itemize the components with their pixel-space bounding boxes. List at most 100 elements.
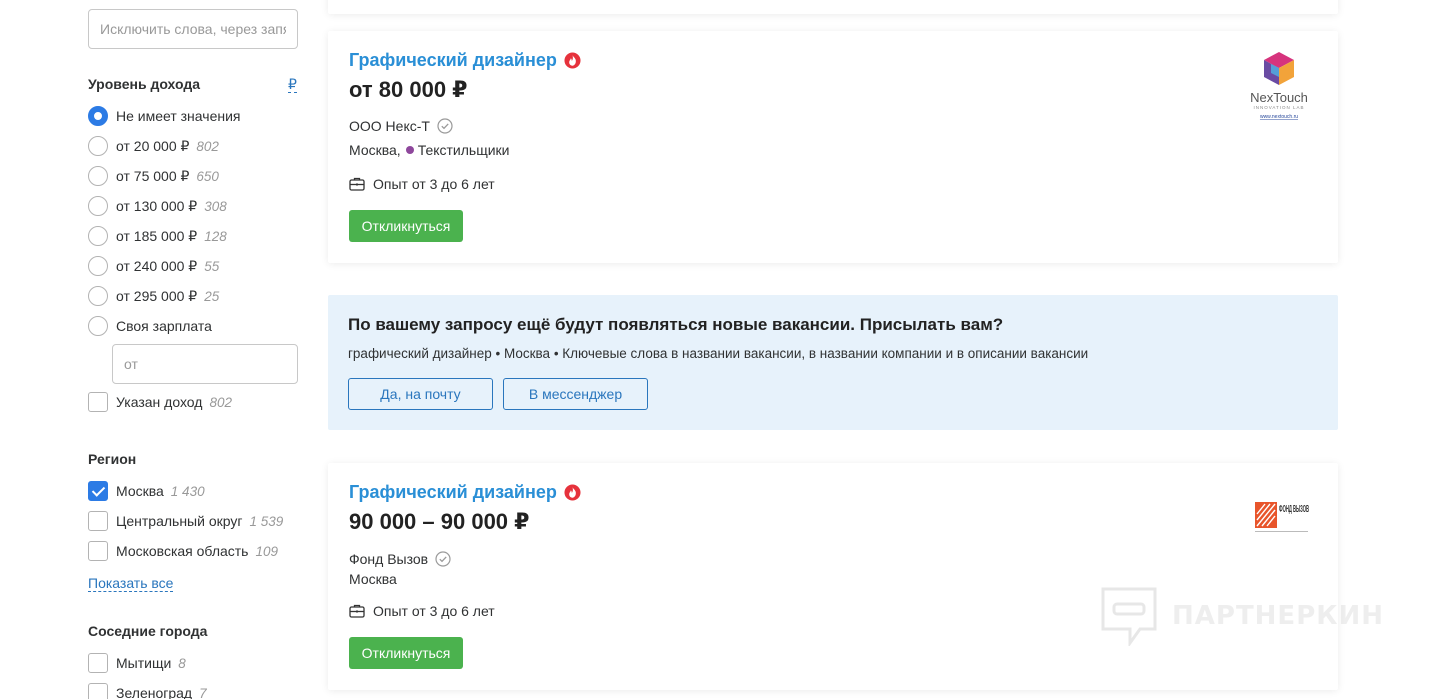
option-label: Центральный округ — [116, 513, 243, 529]
option-count: 128 — [204, 228, 227, 244]
option-count: 7 — [199, 685, 207, 699]
option-count: 1 430 — [170, 483, 205, 499]
radio-icon[interactable] — [88, 286, 108, 306]
income-option-custom[interactable]: Своя зарплата — [88, 316, 212, 336]
option-label: Мытищи — [116, 655, 172, 671]
option-label: Московская область — [116, 543, 249, 559]
option-label: от 185 000 ₽ — [116, 227, 198, 244]
company-name[interactable]: Фонд Вызов — [349, 551, 428, 567]
company-link[interactable]: ООО Некс-Т — [349, 118, 453, 134]
region-option[interactable]: Центральный округ 1 539 — [88, 511, 283, 531]
option-label: Своя зарплата — [116, 318, 212, 334]
vacancy-card-previous — [328, 0, 1338, 14]
income-option[interactable]: от 75 000 ₽ 650 — [88, 166, 219, 186]
checkbox-icon[interactable] — [88, 481, 108, 501]
experience-text: Опыт от 3 до 6 лет — [373, 603, 495, 619]
vacancy-experience: Опыт от 3 до 6 лет — [349, 176, 495, 192]
radio-icon[interactable] — [88, 196, 108, 216]
vacancy-title-link[interactable]: Графический дизайнер — [349, 50, 581, 71]
apply-button[interactable]: Откликнуться — [349, 637, 463, 669]
logo-name: NexTouch — [1250, 90, 1308, 105]
income-filter-title: Уровень дохода — [88, 76, 201, 92]
vacancy-location: Москва, Текстильщики — [349, 142, 510, 158]
city: Москва, — [349, 142, 401, 158]
region-filter-title: Регион — [88, 451, 137, 467]
option-count: 1 539 — [249, 513, 284, 529]
income-option[interactable]: от 130 000 ₽ 308 — [88, 196, 227, 216]
radio-icon[interactable] — [88, 166, 108, 186]
nearby-option[interactable]: Мытищи 8 — [88, 653, 186, 673]
vacancy-salary: 90 000 – 90 000 ₽ — [349, 509, 530, 534]
option-label: от 75 000 ₽ — [116, 167, 190, 184]
currency-selector[interactable]: ₽ — [288, 77, 297, 93]
briefcase-icon — [349, 604, 365, 618]
fond-vyzov-logo: ФОНД ВЫЗОВ — [1255, 502, 1309, 532]
vacancy-title[interactable]: Графический дизайнер — [349, 482, 557, 503]
logo-url: www.nextouch.ru — [1260, 114, 1298, 120]
salary-from-input[interactable] — [112, 344, 298, 384]
fire-icon — [564, 484, 581, 501]
logo-name: ФОНД ВЫЗОВ — [1279, 504, 1309, 515]
experience-text: Опыт от 3 до 6 лет — [373, 176, 495, 192]
option-label: Не имеет значения — [116, 108, 241, 124]
exclude-words-input[interactable] — [88, 9, 298, 49]
option-count: 109 — [255, 543, 279, 559]
company-logo[interactable]: ФОНД ВЫЗОВ — [1254, 500, 1310, 536]
nearby-option[interactable]: Зеленоград 7 — [88, 683, 207, 699]
city: Москва — [349, 571, 397, 587]
checkbox-icon[interactable] — [88, 511, 108, 531]
option-label: от 295 000 ₽ — [116, 287, 198, 304]
checkbox-icon[interactable] — [88, 683, 108, 699]
subscribe-email-button[interactable]: Да, на почту — [348, 378, 493, 410]
income-option[interactable]: от 295 000 ₽ 25 — [88, 286, 219, 306]
subscribe-messenger-button[interactable]: В мессенджер — [503, 378, 648, 410]
option-count: 25 — [204, 288, 220, 304]
briefcase-icon — [349, 177, 365, 191]
verified-icon — [437, 118, 453, 134]
radio-icon[interactable] — [88, 226, 108, 246]
radio-icon[interactable] — [88, 136, 108, 156]
partnerkin-logo-icon — [1101, 587, 1157, 646]
income-option[interactable]: от 185 000 ₽ 128 — [88, 226, 227, 246]
option-label: от 240 000 ₽ — [116, 257, 198, 274]
option-label: от 130 000 ₽ — [116, 197, 198, 214]
company-logo[interactable]: NexTouch INNOVATION LAB www.nextouch.ru — [1242, 51, 1316, 123]
option-count: 55 — [204, 258, 220, 274]
checkbox-icon[interactable] — [88, 653, 108, 673]
metro-station: Текстильщики — [417, 142, 510, 158]
option-label: Зеленоград — [116, 685, 193, 699]
vacancy-title[interactable]: Графический дизайнер — [349, 50, 557, 71]
vacancy-location: Москва — [349, 571, 397, 587]
income-option[interactable]: от 20 000 ₽ 802 — [88, 136, 219, 156]
partnerkin-watermark: ПАРТНЕРКИН — [1100, 586, 1384, 646]
radio-icon[interactable] — [88, 256, 108, 276]
nextouch-logo: NexTouch INNOVATION LAB www.nextouch.ru — [1250, 52, 1308, 120]
income-option[interactable]: Не имеет значения — [88, 106, 240, 126]
fire-icon — [564, 52, 581, 69]
region-option[interactable]: Московская область 109 — [88, 541, 278, 561]
subscription-banner: По вашему запросу ещё будут появляться н… — [328, 295, 1338, 430]
checkbox-icon[interactable] — [88, 541, 108, 561]
company-link[interactable]: Фонд Вызов — [349, 551, 451, 567]
option-label: Указан доход — [116, 394, 203, 410]
vacancy-salary: от 80 000 ₽ — [349, 77, 468, 102]
nearby-cities-title: Соседние города — [88, 623, 208, 639]
apply-button[interactable]: Откликнуться — [349, 210, 463, 242]
company-name[interactable]: ООО Некс-Т — [349, 118, 430, 134]
watermark-text: ПАРТНЕРКИН — [1172, 601, 1385, 631]
region-option[interactable]: Москва 1 430 — [88, 481, 205, 501]
option-label: от 20 000 ₽ — [116, 137, 190, 154]
option-count: 802 — [196, 138, 219, 154]
radio-icon[interactable] — [88, 316, 108, 336]
vacancy-title-link[interactable]: Графический дизайнер — [349, 482, 581, 503]
option-count: 802 — [209, 394, 232, 410]
income-specified-option[interactable]: Указан доход 802 — [88, 392, 232, 412]
checkbox-icon[interactable] — [88, 392, 108, 412]
income-option[interactable]: от 240 000 ₽ 55 — [88, 256, 219, 276]
option-count: 8 — [178, 655, 186, 671]
vacancy-card: Графический дизайнер 90 000 – 90 000 ₽ Ф… — [328, 463, 1338, 690]
show-all-regions-link[interactable]: Показать все — [88, 575, 174, 592]
radio-icon[interactable] — [88, 106, 108, 126]
metro-icon — [405, 146, 414, 154]
verified-icon — [435, 551, 451, 567]
